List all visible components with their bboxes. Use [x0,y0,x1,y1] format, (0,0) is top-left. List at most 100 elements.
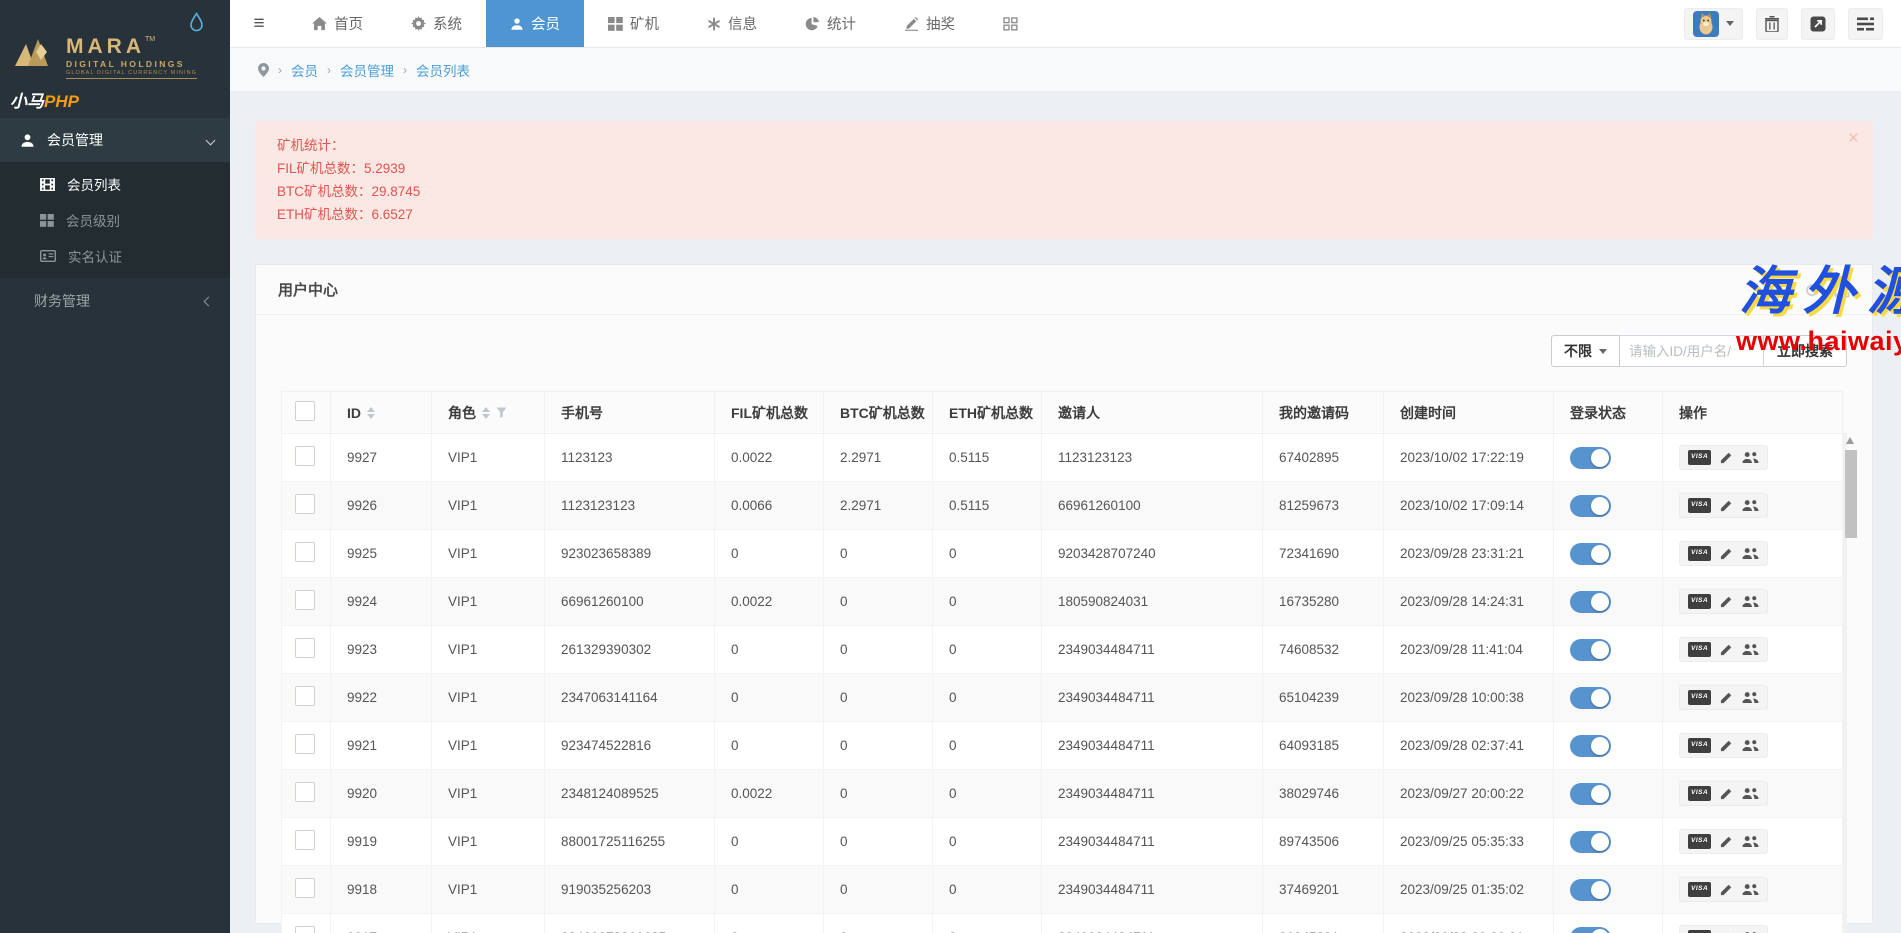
users-group-button[interactable] [1742,883,1759,896]
nav-item-system[interactable]: 系统 [387,0,486,47]
sort-icon[interactable] [482,407,490,419]
login-status-toggle[interactable] [1570,783,1611,805]
edit-pencil-button[interactable] [1720,883,1733,896]
row-checkbox[interactable] [295,446,315,466]
nav-item-home[interactable]: 首页 [288,0,387,47]
row-checkbox[interactable] [295,830,315,850]
alert-close-icon[interactable]: × [1848,129,1859,148]
scrollbar-thumb[interactable] [1845,450,1857,538]
visa-card-button[interactable]: VISA [1688,546,1711,561]
users-group-button[interactable] [1742,499,1759,512]
login-status-toggle[interactable] [1570,543,1611,565]
scrollbar-up-arrow-icon[interactable] [1846,437,1854,444]
sidebar-item-member-list[interactable]: 会员列表 [0,166,230,202]
sidebar-item-label: 会员列表 [67,174,121,194]
fullscreen-icon[interactable] [1834,282,1850,298]
edit-pencil-button[interactable] [1720,547,1733,560]
visa-card-button[interactable]: VISA [1688,738,1711,753]
users-group-button[interactable] [1742,547,1759,560]
vertical-scrollbar[interactable] [1843,433,1847,933]
users-group-button[interactable] [1742,787,1759,800]
list-menu-button[interactable] [1848,8,1883,40]
row-checkbox[interactable] [295,734,315,754]
cell-id: 9919 [331,818,432,866]
login-status-toggle[interactable] [1570,831,1611,853]
row-checkbox[interactable] [295,494,315,514]
refresh-icon[interactable] [1804,282,1820,298]
user-avatar-menu[interactable] [1684,8,1743,40]
login-status-toggle[interactable] [1570,447,1611,469]
row-checkbox[interactable] [295,542,315,562]
visa-card-button[interactable]: VISA [1688,834,1711,849]
external-link-button[interactable] [1801,8,1835,40]
sidebar-item-member-level[interactable]: 会员级别 [0,202,230,238]
visa-card-button[interactable]: VISA [1688,690,1711,705]
login-status-toggle[interactable] [1570,639,1611,661]
sidebar-item-realname-auth[interactable]: 实名认证 [0,238,230,274]
edit-pencil-button[interactable] [1720,451,1733,464]
login-status-toggle[interactable] [1570,591,1611,613]
breadcrumb-link-member-management[interactable]: 会员管理 [340,60,394,80]
sidebar-item-finance-management[interactable]: 财务管理 [0,278,230,324]
edit-pencil-button[interactable] [1720,691,1733,704]
edit-pencil-button[interactable] [1720,835,1733,848]
login-status-toggle[interactable] [1570,495,1611,517]
edit-pencil-button[interactable] [1720,787,1733,800]
users-group-button[interactable] [1742,691,1759,704]
cell-invite-code: 81259673 [1263,482,1384,530]
table-row: 9927 VIP1 1123123 0.0022 2.2971 0.5115 1… [282,434,1843,482]
breadcrumb-link-member[interactable]: 会员 [291,60,318,80]
alert-line-eth: ETH矿机总数：6.6527 [277,203,1851,226]
users-group-button[interactable] [1742,451,1759,464]
filter-dropdown-button[interactable]: 不限 [1551,335,1620,367]
nav-item-statistics[interactable]: 统计 [781,0,880,47]
edit-pencil-button[interactable] [1720,499,1733,512]
row-checkbox[interactable] [295,878,315,898]
users-group-button[interactable] [1742,739,1759,752]
nav-item-miner[interactable]: 矿机 [584,0,683,47]
main-area: ≡ 首页 系统 会员 矿机 [230,0,1901,933]
row-checkbox[interactable] [295,638,315,658]
edit-pencil-button[interactable] [1720,643,1733,656]
cell-phone: 1123123123 [545,482,715,530]
login-status-toggle[interactable] [1570,879,1611,901]
search-button[interactable]: 立即搜索 [1764,335,1847,367]
row-checkbox[interactable] [295,926,315,933]
row-checkbox[interactable] [295,590,315,610]
breadcrumb-current-member-list[interactable]: 会员列表 [416,60,470,80]
nav-item-lottery[interactable]: 抽奖 [880,0,979,47]
visa-card-button[interactable]: VISA [1688,642,1711,657]
nav-item-message[interactable]: 信息 [683,0,781,47]
filter-funnel-icon[interactable] [496,407,507,418]
nav-item-grid-menu[interactable] [979,0,1042,47]
cell-fil: 0 [715,818,824,866]
visa-card-button[interactable]: VISA [1688,498,1711,513]
cell-id: 9920 [331,770,432,818]
cell-eth: 0 [933,818,1042,866]
sidebar-toggle-button[interactable]: ≡ [230,0,288,47]
users-group-button[interactable] [1742,835,1759,848]
edit-pencil-button[interactable] [1720,739,1733,752]
visa-card-button[interactable]: VISA [1688,450,1711,465]
edit-pencil-button[interactable] [1720,595,1733,608]
cell-btc: 0 [824,578,933,626]
login-status-toggle[interactable] [1570,687,1611,709]
row-actions: VISA [1679,541,1768,566]
visa-card-button[interactable]: VISA [1688,786,1711,801]
login-status-toggle[interactable] [1570,735,1611,757]
sidebar-item-member-management[interactable]: 会员管理 [0,118,230,162]
users-group-button[interactable] [1742,595,1759,608]
login-status-toggle[interactable] [1570,927,1611,933]
row-checkbox[interactable] [295,686,315,706]
top-navbar: ≡ 首页 系统 会员 矿机 [230,0,1901,48]
visa-card-button[interactable]: VISA [1688,882,1711,897]
row-checkbox[interactable] [295,782,315,802]
users-group-button[interactable] [1742,643,1759,656]
nav-item-member[interactable]: 会员 [486,0,584,47]
cell-fil: 0.0022 [715,434,824,482]
sort-icon[interactable] [367,407,375,419]
visa-card-button[interactable]: VISA [1688,594,1711,609]
search-input[interactable] [1620,335,1764,367]
trash-button[interactable] [1756,8,1788,40]
select-all-checkbox[interactable] [295,401,315,421]
